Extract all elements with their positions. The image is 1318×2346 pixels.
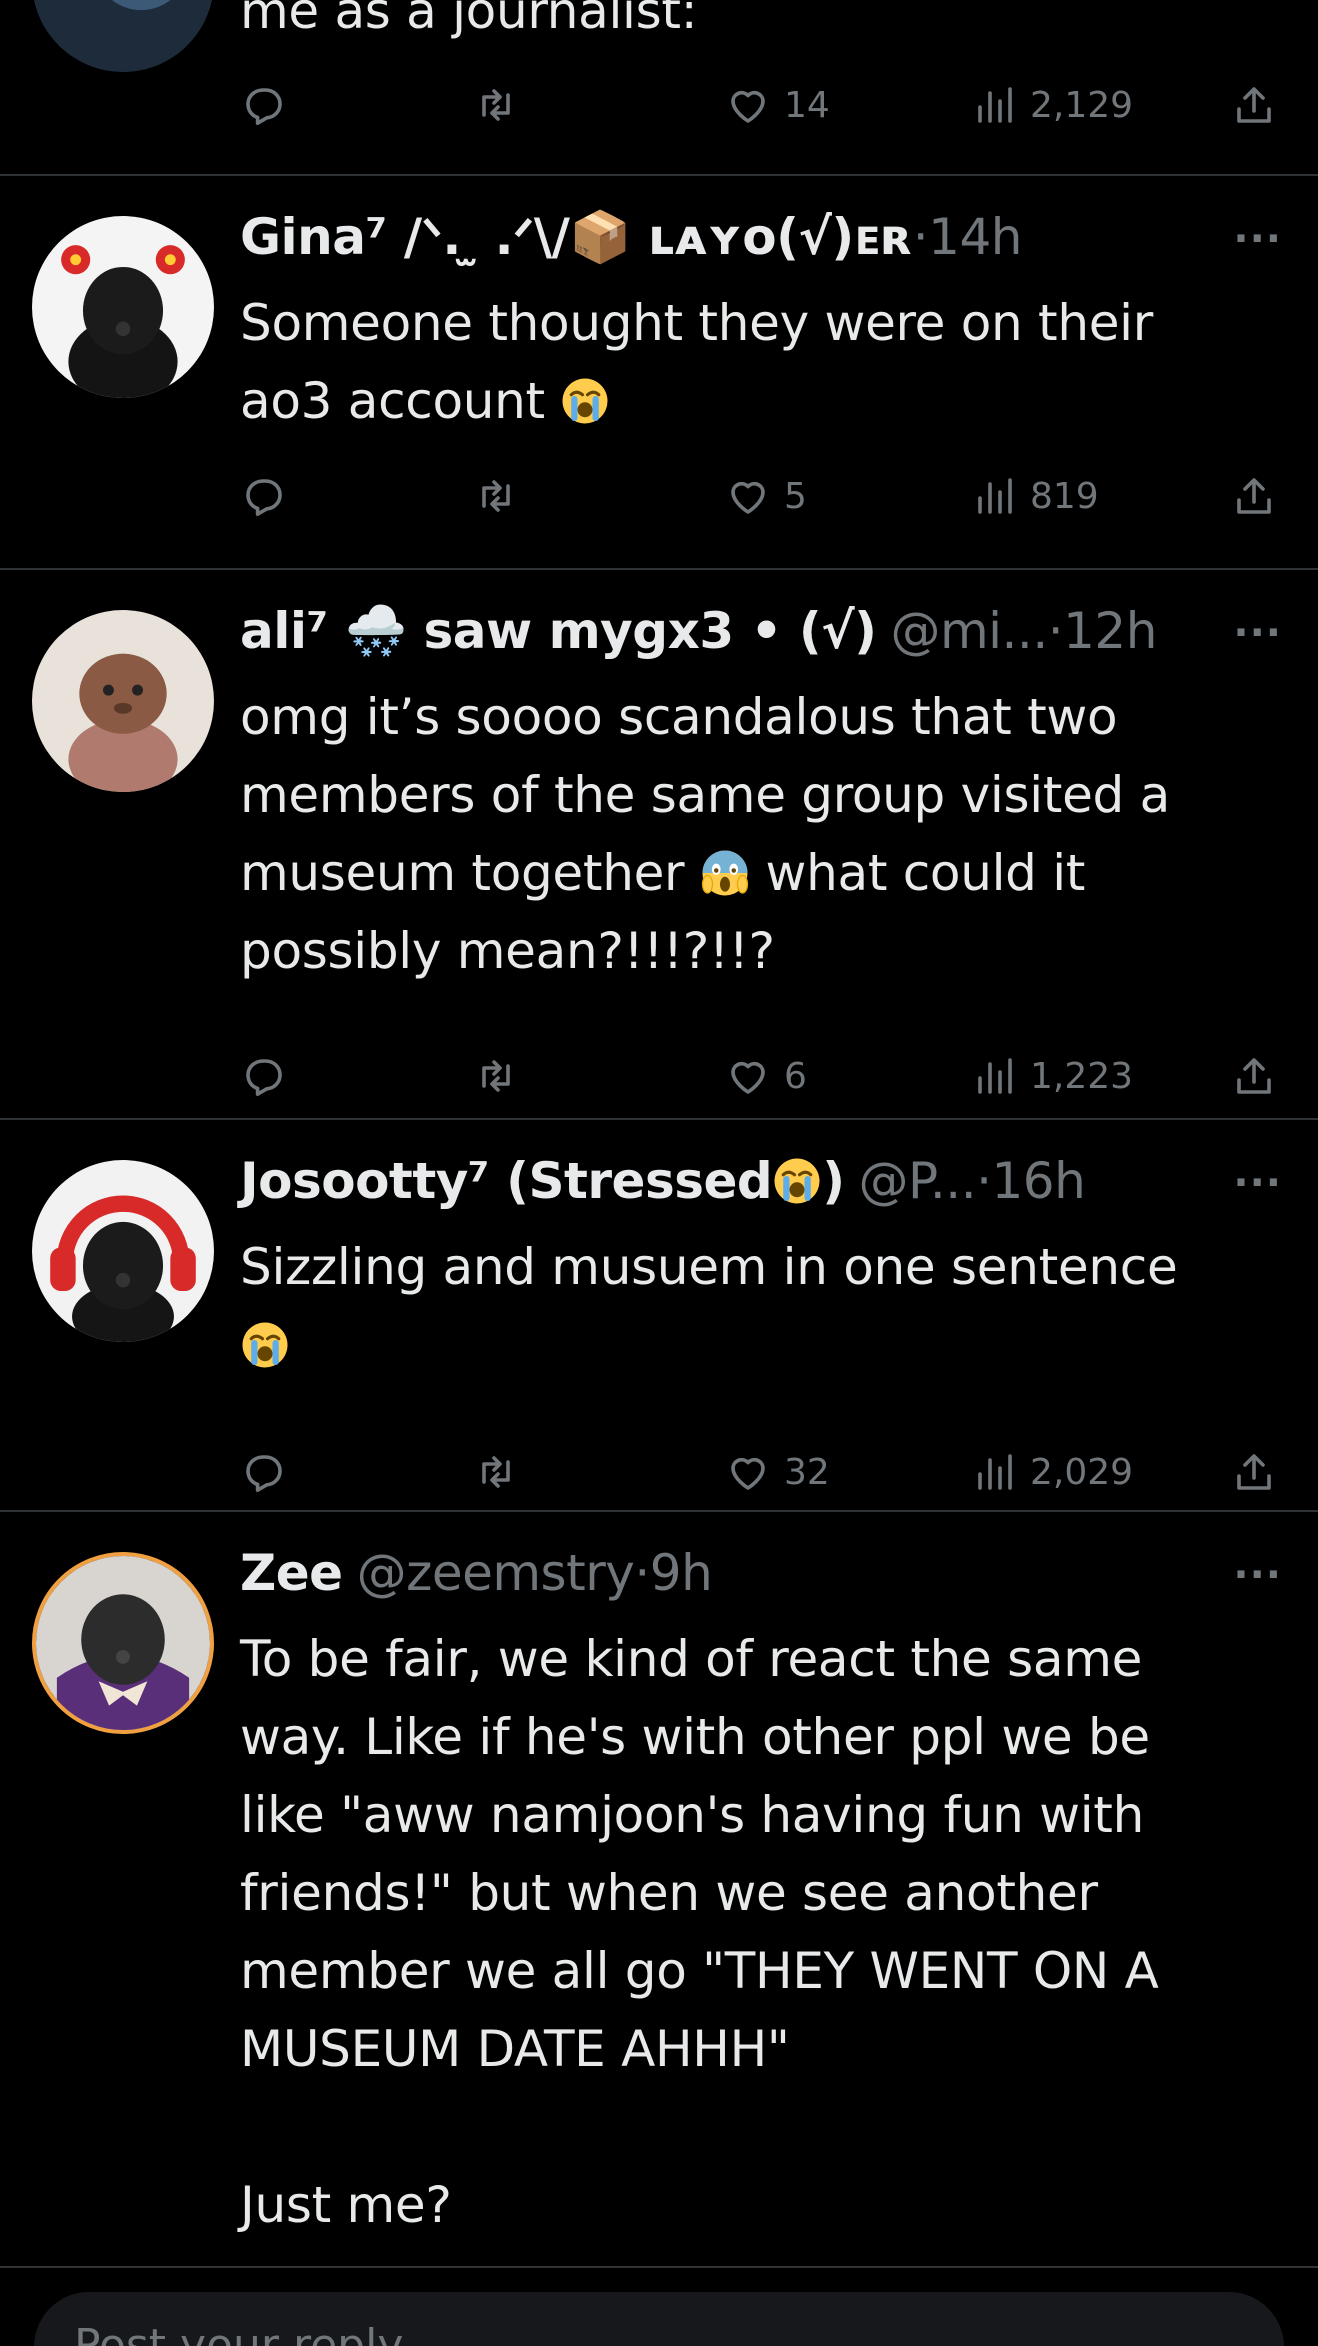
like-count: 5	[784, 475, 807, 517]
tweet-0[interactable]: me as a journalist: 14 2,129	[0, 0, 1318, 176]
separator-dot: ·	[1047, 602, 1064, 660]
timestamp[interactable]: 14h	[928, 208, 1022, 266]
retweet-icon	[482, 480, 510, 512]
views-icon	[978, 478, 1012, 514]
tweet-text-body: Sizzling and musuem in one sentence	[240, 1238, 1178, 1296]
heart-icon	[731, 481, 765, 514]
tweet-2[interactable]: ali⁷ 🌨️ saw mygx3 • (√) @mi... · 12h ···…	[0, 570, 1318, 1120]
separator-dot: ·	[912, 208, 929, 266]
retweet-button[interactable]	[472, 466, 532, 526]
views-icon	[978, 87, 1012, 123]
tweet-actions: 5 819	[240, 466, 1300, 526]
like-count: 14	[784, 84, 830, 126]
tweet-4[interactable]: Zee @zeemstry · 9h ··· To be fair, we ki…	[0, 1512, 1318, 2268]
like-button[interactable]: 32	[724, 1442, 830, 1502]
reply-composer[interactable]: Post your reply	[34, 2292, 1284, 2346]
retweet-button[interactable]	[472, 1046, 532, 1106]
tweet-header: Zee @zeemstry · 9h	[240, 1542, 713, 1604]
more-options-icon[interactable]: ···	[1233, 216, 1282, 262]
share-button[interactable]	[1230, 466, 1278, 526]
avatar[interactable]	[32, 1552, 214, 1734]
reply-icon	[246, 88, 282, 125]
timestamp[interactable]: 16h	[992, 1152, 1086, 1210]
views-button[interactable]: 2,129	[970, 75, 1133, 135]
heart-icon	[731, 1457, 765, 1490]
share-button[interactable]	[1230, 1442, 1278, 1502]
avatar[interactable]	[32, 0, 214, 72]
reply-button[interactable]	[240, 1046, 300, 1106]
tweet-text: Someone thought they were on their ao3 a…	[240, 284, 1280, 440]
view-count: 819	[1030, 475, 1099, 517]
display-name-end[interactable]: )	[822, 1152, 845, 1210]
avatar[interactable]	[32, 1160, 214, 1342]
retweet-button[interactable]	[472, 75, 532, 135]
heart-icon	[731, 90, 765, 123]
tweet-3[interactable]: Josootty⁷ (Stressed ) @P... · 16h ··· Si…	[0, 1120, 1318, 1512]
loudly-crying-face-emoji	[240, 1320, 290, 1370]
loudly-crying-face-emoji	[772, 1156, 822, 1206]
views-button[interactable]: 2,029	[970, 1442, 1133, 1502]
reply-button[interactable]	[240, 466, 300, 526]
more-options-icon[interactable]: ···	[1233, 610, 1282, 656]
reply-button[interactable]	[240, 75, 300, 135]
views-button[interactable]: 819	[970, 466, 1099, 526]
like-count: 32	[784, 1451, 830, 1493]
like-button[interactable]: 14	[724, 75, 830, 135]
display-name[interactable]: ali⁷ 🌨️ saw mygx3 • (√)	[240, 602, 877, 661]
retweet-button[interactable]	[472, 1442, 532, 1502]
like-button[interactable]: 6	[724, 1046, 807, 1106]
share-icon	[1237, 1058, 1271, 1094]
display-name[interactable]: Gina⁷ /ᐠ. ̫ .ᐟ\/📦 ʟᴀʏᴏ(√)ᴇʀ	[240, 208, 913, 267]
reply-icon	[246, 1059, 282, 1096]
user-handle[interactable]: @zeemstry	[357, 1544, 635, 1602]
view-count: 2,129	[1030, 84, 1134, 126]
reply-icon	[246, 1455, 282, 1492]
display-name[interactable]: Josootty⁷ (Stressed	[240, 1152, 773, 1210]
share-icon	[1237, 1454, 1271, 1490]
timestamp[interactable]: 9h	[650, 1544, 713, 1602]
reply-button[interactable]	[240, 1442, 300, 1502]
tweet-text: Sizzling and musuem in one sentence	[240, 1228, 1280, 1384]
tweet-header: ali⁷ 🌨️ saw mygx3 • (√) @mi... · 12h	[240, 600, 1157, 662]
user-handle[interactable]: @mi...	[890, 602, 1048, 660]
share-icon	[1237, 87, 1271, 123]
like-count: 6	[784, 1055, 807, 1097]
like-button[interactable]: 5	[724, 466, 807, 526]
display-name[interactable]: Zee	[240, 1544, 343, 1602]
views-button[interactable]: 1,223	[970, 1046, 1133, 1106]
retweet-icon	[482, 89, 510, 121]
avatar[interactable]	[32, 610, 214, 792]
timestamp[interactable]: 12h	[1063, 602, 1157, 660]
more-options-icon[interactable]: ···	[1233, 1552, 1282, 1598]
loudly-crying-face-emoji	[560, 376, 610, 426]
tweet-actions: 32 2,029	[240, 1442, 1300, 1502]
views-icon	[978, 1454, 1012, 1490]
tweet-text: To be fair, we kind of react the same wa…	[240, 1630, 1159, 2234]
views-icon	[978, 1058, 1012, 1094]
share-icon	[1237, 478, 1271, 514]
avatar[interactable]	[32, 216, 214, 398]
separator-dot: ·	[976, 1152, 992, 1210]
retweet-icon	[482, 1456, 510, 1488]
share-button[interactable]	[1230, 75, 1278, 135]
screaming-face-emoji	[700, 848, 750, 898]
user-handle[interactable]: @P...	[859, 1152, 977, 1210]
more-options-icon[interactable]: ···	[1233, 1160, 1282, 1206]
reply-placeholder: Post your reply	[74, 2320, 404, 2346]
view-count: 1,223	[1030, 1055, 1134, 1097]
tweet-1[interactable]: Gina⁷ /ᐠ. ̫ .ᐟ\/📦 ʟᴀʏᴏ(√)ᴇʀ · 14h ··· So…	[0, 176, 1318, 570]
heart-icon	[731, 1061, 765, 1094]
reply-icon	[246, 479, 282, 516]
view-count: 2,029	[1030, 1451, 1134, 1493]
tweet-text: omg it’s soooo scandalous that two membe…	[240, 678, 1280, 990]
tweet-text: me as a journalist:	[240, 0, 698, 40]
tweet-header: Gina⁷ /ᐠ. ̫ .ᐟ\/📦 ʟᴀʏᴏ(√)ᴇʀ · 14h	[240, 206, 1022, 268]
tweet-text-body: Someone thought they were on their ao3 a…	[240, 294, 1154, 430]
tweet-actions: 6 1,223	[240, 1046, 1300, 1106]
separator-dot: ·	[634, 1544, 650, 1602]
share-button[interactable]	[1230, 1046, 1278, 1106]
retweet-icon	[482, 1060, 510, 1092]
tweet-actions: 14 2,129	[240, 75, 1300, 135]
tweet-header: Josootty⁷ (Stressed ) @P... · 16h	[240, 1150, 1086, 1212]
